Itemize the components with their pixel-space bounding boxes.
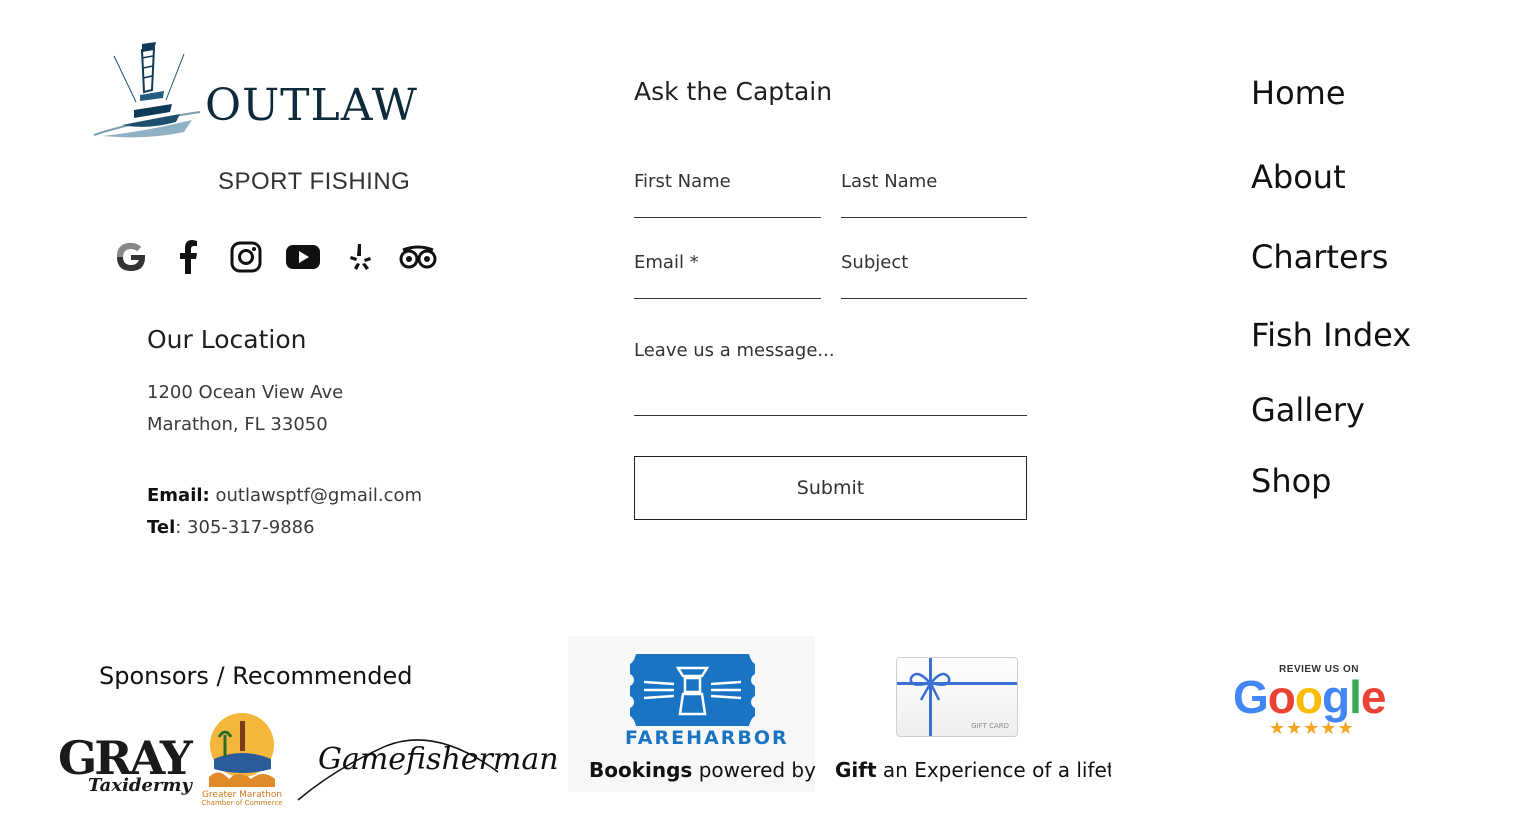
nav-gallery[interactable]: Gallery [1251, 391, 1365, 429]
marathon-chamber-logo-icon[interactable]: Greater Marathon Chamber of Commerce [199, 707, 285, 807]
nav-fish-index[interactable]: Fish Index [1251, 316, 1411, 354]
fareharbor-wordmark: FAREHARBOR [625, 727, 789, 749]
google-letter: l [1349, 671, 1362, 723]
yelp-icon[interactable] [342, 238, 380, 276]
google-letter: g [1322, 671, 1350, 723]
address-line-2: Marathon, FL 33050 [147, 414, 328, 435]
gift-caption-rest: an Experience of a lifetim [882, 758, 1111, 782]
address-line-1: 1200 Ocean View Ave [147, 382, 344, 403]
nav-charters[interactable]: Charters [1251, 238, 1388, 276]
first-name-label: First Name [634, 171, 731, 192]
google-letter: G [1233, 671, 1269, 723]
instagram-icon[interactable] [227, 238, 265, 276]
gift-card-label: GIFT CARD [971, 722, 1009, 730]
facebook-icon[interactable] [169, 238, 207, 276]
submit-button[interactable]: Submit [634, 456, 1027, 520]
email-field-label: Email * [634, 252, 699, 273]
fareharbor-logo-icon [630, 654, 755, 726]
youtube-icon[interactable] [284, 238, 322, 276]
message-textarea[interactable]: Leave us a message... [634, 340, 1027, 416]
message-placeholder: Leave us a message... [634, 340, 835, 361]
google-letter: o [1294, 671, 1323, 723]
google-icon[interactable] [112, 238, 150, 276]
google-review-badge[interactable]: REVIEW US ON Google ★★★★★ [1233, 664, 1403, 739]
svg-text:Chamber of Commerce: Chamber of Commerce [201, 799, 282, 807]
tel-link[interactable]: : 305-317-9886 [175, 517, 314, 538]
taxidermy-word: Taxidermy [88, 775, 192, 796]
google-wordmark: Google [1233, 674, 1403, 720]
fareharbor-caption: Bookings powered by [589, 758, 816, 782]
tripadvisor-icon[interactable] [399, 238, 437, 276]
gray-taxidermy-logo[interactable]: GRAY Taxidermy [58, 735, 193, 796]
fareharbor-caption-rest: powered by [692, 758, 816, 782]
tel-line: Tel: 305-317-9886 [147, 517, 315, 538]
nav-shop[interactable]: Shop [1251, 462, 1331, 500]
email-line: Email: outlawsptf@gmail.com [147, 485, 422, 506]
last-name-field[interactable]: Last Name [841, 171, 1027, 218]
first-name-field[interactable]: First Name [634, 171, 821, 218]
sponsors-title: Sponsors / Recommended [99, 662, 413, 690]
brand-name: OUTLAW [205, 80, 418, 131]
gift-card-image[interactable]: GIFT CARD [896, 657, 1018, 737]
subject-field[interactable]: Subject [841, 252, 1027, 299]
nav-about[interactable]: About [1251, 158, 1346, 196]
form-title: Ask the Captain [634, 77, 833, 106]
tel-label: Tel [147, 517, 176, 538]
google-letter: e [1360, 671, 1387, 723]
email-field[interactable]: Email * [634, 252, 821, 299]
boat-logo-icon [93, 42, 201, 138]
location-title: Our Location [147, 325, 307, 354]
email-link[interactable]: outlawsptf@gmail.com [210, 485, 422, 506]
gamefisherman-swoosh-icon [297, 739, 499, 801]
gift-caption: Gift an Experience of a lifetim [835, 758, 1111, 782]
brand-tagline: SPORT FISHING [218, 168, 411, 195]
gift-caption-bold: Gift [835, 758, 877, 782]
email-label: Email: [147, 485, 210, 506]
fareharbor-caption-bold: Bookings [589, 758, 693, 782]
google-letter: o [1267, 671, 1296, 723]
nav-home[interactable]: Home [1251, 74, 1346, 112]
last-name-label: Last Name [841, 171, 938, 192]
subject-label: Subject [841, 252, 909, 273]
